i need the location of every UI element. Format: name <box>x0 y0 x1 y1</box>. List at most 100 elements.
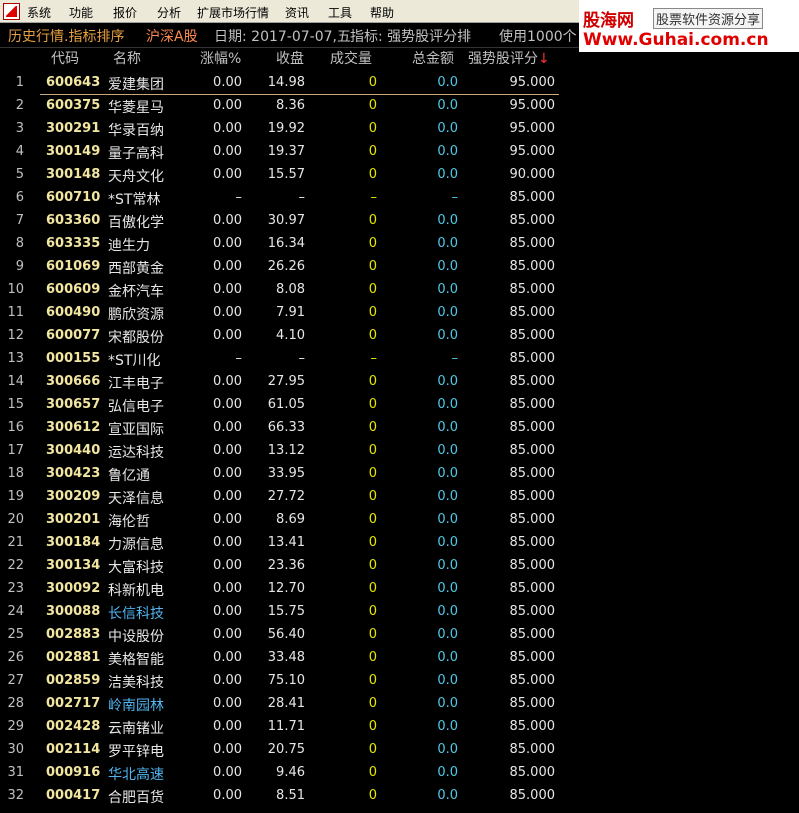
row-index: 16 <box>7 420 24 435</box>
table-row[interactable]: 10 600609 金杯汽车 0.00 8.08 0 0.0 85.000 <box>0 278 560 301</box>
stock-code: 600609 <box>46 282 101 297</box>
close-price: 7.91 <box>276 305 305 320</box>
sort-desc-arrow-icon: ↓ <box>538 51 550 67</box>
table-row[interactable]: 17 300440 运达科技 0.00 13.12 0 0.0 85.000 <box>0 439 560 462</box>
table-row[interactable]: 11 600490 鹏欣资源 0.00 7.91 0 0.0 85.000 <box>0 301 560 324</box>
stock-code: 002881 <box>46 650 101 665</box>
change-pct: 0.00 <box>213 558 242 573</box>
table-row[interactable]: 21 300184 力源信息 0.00 13.41 0 0.0 85.000 <box>0 531 560 554</box>
col-header-code[interactable]: 代码 <box>51 48 79 71</box>
menu-system[interactable]: 系统 <box>27 4 51 21</box>
stock-name: 百傲化学 <box>108 215 164 231</box>
row-index: 4 <box>15 144 24 159</box>
close-price: 16.34 <box>267 236 305 251</box>
table-row[interactable]: 14 300666 江丰电子 0.00 27.95 0 0.0 85.000 <box>0 370 560 393</box>
col-header-amount[interactable]: 总金额 <box>412 48 454 71</box>
row-index: 7 <box>15 213 24 228</box>
table-row[interactable]: 30 002114 罗平锌电 0.00 20.75 0 0.0 85.000 <box>0 738 560 761</box>
stock-name: 力源信息 <box>108 537 164 553</box>
indicator-label: 指标: 强势股评分排 <box>350 29 472 45</box>
table-row[interactable]: 18 300423 鲁亿通 0.00 33.95 0 0.0 85.000 <box>0 462 560 485</box>
close-price: 11.71 <box>267 719 305 734</box>
table-row[interactable]: 7 603360 百傲化学 0.00 30.97 0 0.0 85.000 <box>0 209 560 232</box>
change-pct: 0.00 <box>213 75 242 90</box>
stock-name: 量子高科 <box>108 146 164 162</box>
table-row[interactable]: 29 002428 云南锗业 0.00 11.71 0 0.0 85.000 <box>0 715 560 738</box>
row-index: 20 <box>7 512 24 527</box>
row-index: 31 <box>7 765 24 780</box>
table-row[interactable]: 15 300657 弘信电子 0.00 61.05 0 0.0 85.000 <box>0 393 560 416</box>
menu-tools[interactable]: 工具 <box>328 4 352 21</box>
table-row[interactable]: 28 002717 岭南园林 0.00 28.41 0 0.0 85.000 <box>0 692 560 715</box>
table-row[interactable]: 13 000155 *ST川化 – – – – 85.000 <box>0 347 560 370</box>
table-row[interactable]: 24 300088 长信科技 0.00 15.75 0 0.0 85.000 <box>0 600 560 623</box>
app-logo-icon[interactable] <box>3 3 20 20</box>
volume: 0 <box>368 75 377 90</box>
row-index: 8 <box>15 236 24 251</box>
strength-score: 85.000 <box>509 351 556 366</box>
change-pct: 0.00 <box>213 374 242 389</box>
menu-news[interactable]: 资讯 <box>285 4 309 21</box>
table-row[interactable]: 27 002859 洁美科技 0.00 75.10 0 0.0 85.000 <box>0 669 560 692</box>
change-pct: 0.00 <box>213 765 242 780</box>
table-row[interactable]: 22 300134 大富科技 0.00 23.36 0 0.0 85.000 <box>0 554 560 577</box>
volume: 0 <box>368 650 377 665</box>
stock-code: 300201 <box>46 512 101 527</box>
table-row[interactable]: 4 300149 量子高科 0.00 19.37 0 0.0 95.000 <box>0 140 560 163</box>
col-header-volume[interactable]: 成交量 <box>330 48 372 71</box>
volume: 0 <box>368 627 377 642</box>
stock-name: 宣亚国际 <box>108 422 164 438</box>
table-row[interactable]: 32 000417 合肥百货 0.00 8.51 0 0.0 85.000 <box>0 784 560 807</box>
close-price: 33.95 <box>267 466 305 481</box>
strength-score: 85.000 <box>509 213 556 228</box>
row-index: 23 <box>7 581 24 596</box>
strength-score: 85.000 <box>509 328 556 343</box>
stock-name: 华菱星马 <box>108 100 164 116</box>
table-row[interactable]: 12 600077 宋都股份 0.00 4.10 0 0.0 85.000 <box>0 324 560 347</box>
table-row[interactable]: 26 002881 美格智能 0.00 33.48 0 0.0 85.000 <box>0 646 560 669</box>
stock-name: *ST川化 <box>108 353 161 369</box>
stock-name: 洁美科技 <box>108 675 164 691</box>
amount: 0.0 <box>437 236 458 251</box>
menu-function[interactable]: 功能 <box>69 4 93 21</box>
col-header-name[interactable]: 名称 <box>113 48 141 71</box>
menu-help[interactable]: 帮助 <box>370 4 394 21</box>
volume: 0 <box>368 673 377 688</box>
table-row[interactable]: 9 601069 西部黄金 0.00 26.26 0 0.0 85.000 <box>0 255 560 278</box>
col-header-pct[interactable]: 涨幅% <box>200 48 241 71</box>
table-row[interactable]: 6 600710 *ST常林 – – – – 85.000 <box>0 186 560 209</box>
row-index: 12 <box>7 328 24 343</box>
change-pct: 0.00 <box>213 236 242 251</box>
col-header-close[interactable]: 收盘 <box>276 48 304 71</box>
change-pct: 0.00 <box>213 627 242 642</box>
table-row[interactable]: 20 300201 海伦哲 0.00 8.69 0 0.0 85.000 <box>0 508 560 531</box>
amount: 0.0 <box>437 650 458 665</box>
stock-code: 002428 <box>46 719 101 734</box>
col-header-score[interactable]: 强势股评分↓ <box>468 48 550 71</box>
stock-name: 金杯汽车 <box>108 284 164 300</box>
table-row[interactable]: 31 000916 华北高速 0.00 9.46 0 0.0 85.000 <box>0 761 560 784</box>
stock-code: 300612 <box>46 420 101 435</box>
table-row[interactable]: 5 300148 天舟文化 0.00 15.57 0 0.0 90.000 <box>0 163 560 186</box>
table-row[interactable]: 19 300209 天泽信息 0.00 27.72 0 0.0 85.000 <box>0 485 560 508</box>
strength-score: 85.000 <box>509 627 556 642</box>
table-row[interactable]: 3 300291 华录百纳 0.00 19.92 0 0.0 95.000 <box>0 117 560 140</box>
usage-label: 使用1000个 <box>499 29 577 45</box>
menu-extended-market[interactable]: 扩展市场行情 <box>197 4 269 21</box>
row-index: 6 <box>15 190 24 205</box>
menu-quote[interactable]: 报价 <box>113 4 137 21</box>
table-row[interactable]: 8 603335 迪生力 0.00 16.34 0 0.0 85.000 <box>0 232 560 255</box>
market-label[interactable]: 沪深A股 <box>146 26 198 46</box>
table-row[interactable]: 1 600643 爱建集团 0.00 14.98 0 0.0 95.000 <box>0 71 560 94</box>
menu-analysis[interactable]: 分析 <box>157 4 181 21</box>
table-row[interactable]: 16 300612 宣亚国际 0.00 66.33 0 0.0 85.000 <box>0 416 560 439</box>
col-header-score-label: 强势股评分 <box>468 51 538 67</box>
table-row[interactable]: 25 002883 中设股份 0.00 56.40 0 0.0 85.000 <box>0 623 560 646</box>
close-price: 27.72 <box>267 489 305 504</box>
close-price: 13.12 <box>267 443 305 458</box>
close-price: 15.57 <box>267 167 305 182</box>
table-row[interactable]: 2 600375 华菱星马 0.00 8.36 0 0.0 95.000 <box>0 94 560 117</box>
view-mode-label[interactable]: 历史行情.指标排序 <box>8 26 124 46</box>
table-row[interactable]: 23 300092 科新机电 0.00 12.70 0 0.0 85.000 <box>0 577 560 600</box>
amount: 0.0 <box>437 397 458 412</box>
